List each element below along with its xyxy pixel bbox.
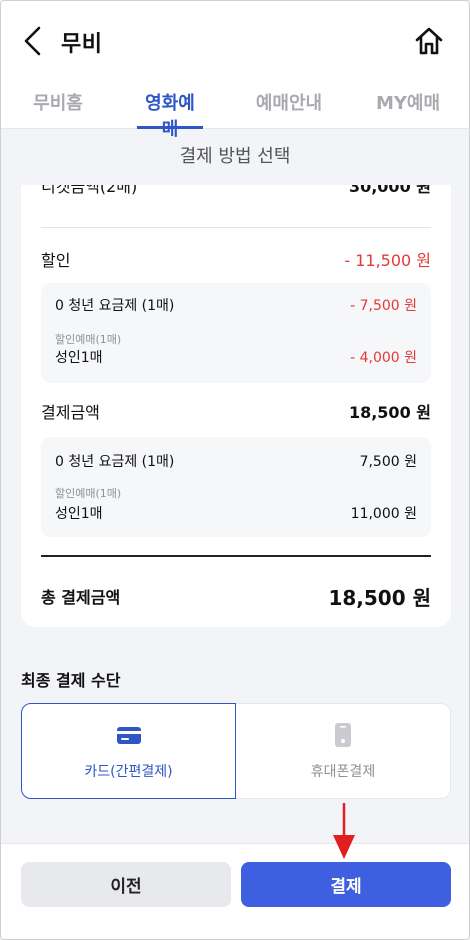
tab-bar: 무비홈 영화예매 예매안내 MY예매: [1, 81, 469, 140]
tab-movie-home[interactable]: 무비홈: [21, 89, 95, 129]
arrow-down-icon: [333, 803, 355, 859]
credit-card-icon: [116, 727, 141, 744]
pay-button[interactable]: 결제: [241, 862, 451, 907]
payment-detail-box: 0 청년 요금제 (1매) 7,500 원 할인예매(1매) 성인1매 11,0…: [41, 437, 431, 537]
total-label: 총 결제금액: [41, 588, 121, 607]
payment-item-name: 0 청년 요금제 (1매): [55, 454, 175, 470]
discount-item-amount: - 7,500 원: [350, 298, 417, 314]
payment-item: 성인1매 11,000 원: [55, 503, 417, 523]
payment-option-card[interactable]: 카드(간편결제): [21, 703, 236, 799]
home-icon: [415, 27, 443, 55]
payment-item-amount: 11,000 원: [350, 506, 417, 522]
home-button[interactable]: [413, 25, 445, 57]
header: 무비: [1, 1, 469, 81]
payment-amount-row: 결제금액 18,500 원: [41, 399, 431, 423]
tab-my-booking[interactable]: MY예매: [365, 89, 451, 129]
payment-option-label: 카드(간편결제): [84, 764, 173, 780]
payment-amount-value: 18,500 원: [348, 403, 431, 422]
bottom-action-bar: 이전 결제: [1, 843, 469, 939]
previous-button[interactable]: 이전: [21, 862, 231, 907]
payment-method-title: 최종 결제 수단: [21, 671, 121, 690]
divider: [41, 227, 431, 228]
discount-item: 성인1매 - 4,000 원: [55, 347, 417, 367]
payment-item: 0 청년 요금제 (1매) 7,500 원: [55, 451, 417, 471]
ticket-amount-value: 30,000 원: [348, 185, 431, 196]
discount-detail-box: 0 청년 요금제 (1매) - 7,500 원 할인예매(1매) 성인1매 - …: [41, 283, 431, 383]
tab-booking[interactable]: 영화예매: [137, 89, 203, 140]
payment-item-name: 성인1매: [55, 506, 103, 522]
payment-method-options: 카드(간편결제) 휴대폰결제: [21, 703, 451, 799]
payment-item-caption: 할인예매(1매): [55, 487, 122, 500]
payment-option-label: 휴대폰결제: [310, 764, 376, 780]
payment-item-amount: 7,500 원: [359, 454, 417, 470]
payment-amount-label: 결제금액: [41, 403, 100, 422]
discount-label: 할인: [41, 251, 71, 270]
mobile-phone-icon: [335, 723, 351, 747]
discount-amount: - 11,500 원: [344, 251, 431, 270]
back-button[interactable]: [21, 25, 45, 57]
ticket-amount-label: 티켓금액(2매): [41, 185, 138, 196]
discount-item-caption: 할인예매(1매): [55, 333, 122, 346]
payment-option-mobile[interactable]: 휴대폰결제: [236, 703, 451, 799]
discount-item: 0 청년 요금제 (1매) - 7,500 원: [55, 295, 417, 315]
total-divider: [41, 555, 431, 557]
discount-item-name: 성인1매: [55, 350, 103, 366]
discount-item-name: 0 청년 요금제 (1매): [55, 298, 175, 314]
chevron-left-icon: [24, 26, 41, 56]
tab-booking-guide[interactable]: 예매안내: [253, 89, 325, 129]
discount-row: 할인 - 11,500 원: [41, 247, 431, 271]
page-title: 무비: [61, 32, 103, 57]
total-row: 총 결제금액 18,500 원: [41, 581, 431, 611]
app-frame: 무비 무비홈 영화예매 예매안내 MY예매 결제 방법 선택 티켓금액(2매) …: [0, 0, 470, 940]
payment-summary-card: 티켓금액(2매) 30,000 원 할인 - 11,500 원 0 청년 요금제…: [21, 185, 451, 627]
discount-item-amount: - 4,000 원: [350, 350, 417, 366]
total-amount: 18,500 원: [328, 585, 431, 610]
ticket-amount-row: 티켓금액(2매) 30,000 원: [41, 185, 431, 197]
section-title: 결제 방법 선택: [179, 146, 291, 167]
